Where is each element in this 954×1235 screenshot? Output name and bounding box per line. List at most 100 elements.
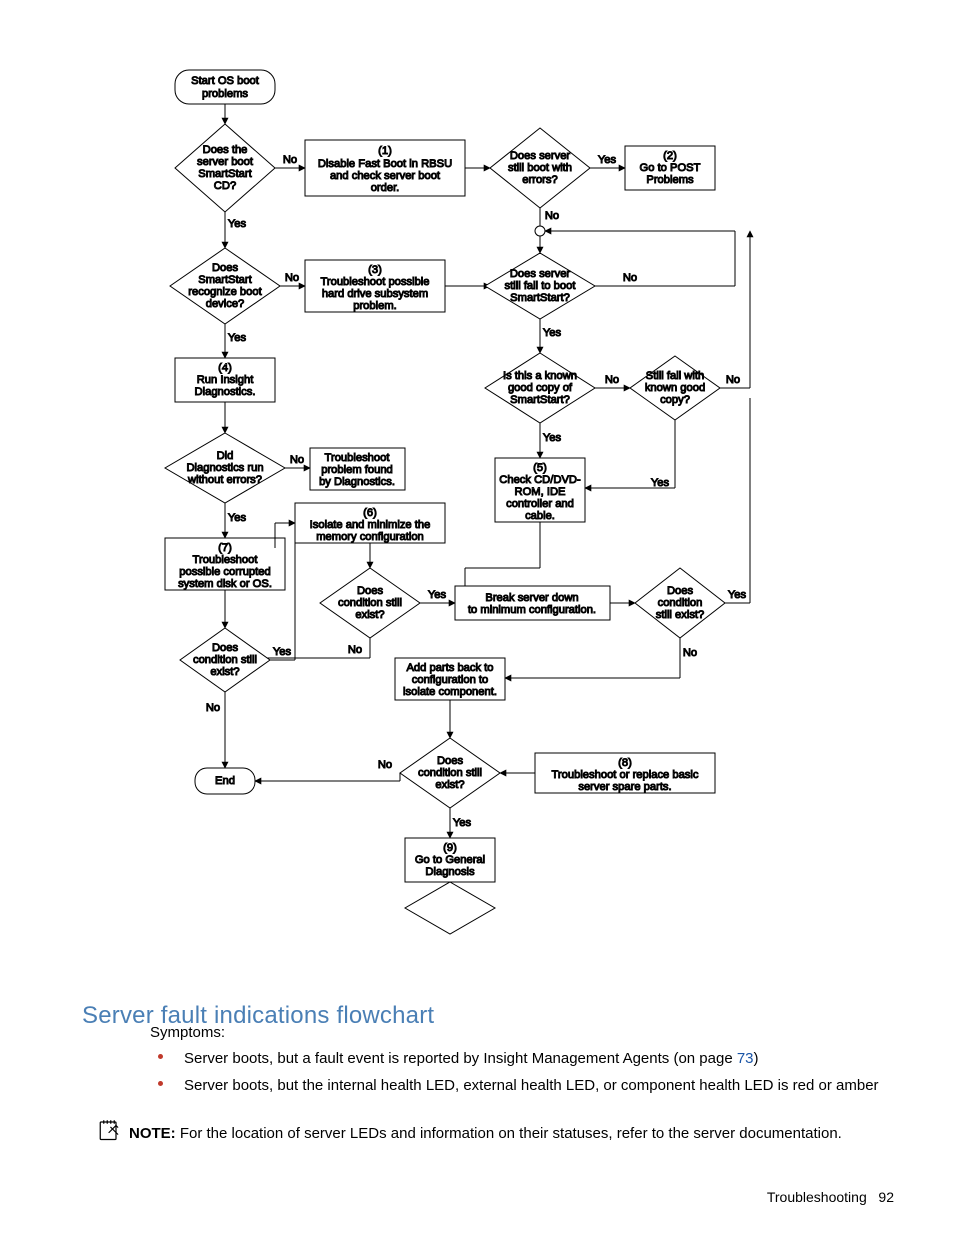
svg-text:Problems: Problems: [646, 174, 694, 186]
bullet-dot: [158, 1081, 163, 1086]
svg-text:condition still: condition still: [338, 597, 402, 609]
svg-text:copy?: copy?: [660, 394, 690, 406]
svg-text:known good: known good: [645, 382, 705, 394]
svg-text:(6): (6): [363, 507, 377, 519]
svg-text:CD?: CD?: [214, 180, 236, 192]
footer-page-number: 92: [878, 1189, 894, 1205]
svg-text:SmartStart?: SmartStart?: [510, 394, 570, 406]
bullet-dot: [158, 1054, 163, 1059]
symptoms-label: Symptoms:: [150, 1022, 225, 1044]
svg-text:Isolate and minimize the: Isolate and minimize the: [310, 519, 431, 531]
svg-text:SmartStart: SmartStart: [198, 168, 252, 180]
svg-text:No: No: [623, 272, 637, 284]
svg-text:No: No: [285, 272, 299, 284]
svg-text:exist?: exist?: [435, 779, 464, 791]
svg-text:(8): (8): [618, 757, 632, 769]
svg-text:Does server: Does server: [510, 150, 571, 162]
svg-text:good copy of: good copy of: [508, 382, 573, 394]
svg-text:No: No: [683, 647, 697, 659]
svg-text:Yes: Yes: [728, 589, 747, 601]
svg-text:No: No: [283, 154, 297, 166]
bullet-text: Server boots, but the internal health LE…: [184, 1075, 894, 1097]
svg-text:Add parts back to: Add parts back to: [406, 662, 493, 674]
svg-text:Troubleshoot possible: Troubleshoot possible: [320, 276, 429, 288]
svg-text:problem found: problem found: [321, 464, 393, 476]
page-footer: Troubleshooting 92: [767, 1189, 894, 1205]
note-icon: [95, 1115, 123, 1143]
svg-text:isolate component.: isolate component.: [403, 686, 497, 698]
svg-text:Check CD/DVD-: Check CD/DVD-: [499, 474, 581, 486]
svg-text:Diagnostics run: Diagnostics run: [186, 462, 263, 474]
flowchart-diagram: Start OS boot problems Does the server b…: [155, 68, 775, 968]
bullet-text-post: ): [754, 1050, 759, 1067]
svg-text:Is this a known: Is this a known: [503, 370, 577, 382]
svg-text:Disable Fast Boot in RBSU: Disable Fast Boot in RBSU: [318, 158, 452, 170]
svg-text:Yes: Yes: [598, 154, 617, 166]
svg-text:Did: Did: [217, 450, 234, 462]
svg-text:Go to POST: Go to POST: [640, 162, 701, 174]
svg-text:configuration to: configuration to: [412, 674, 489, 686]
svg-text:Still fail with: Still fail with: [646, 370, 704, 382]
svg-text:and check server boot: and check server boot: [330, 170, 441, 182]
svg-text:Does server: Does server: [510, 268, 571, 280]
bullet-item: Server boots, but the internal health LE…: [158, 1075, 894, 1097]
svg-text:Does: Does: [212, 262, 239, 274]
svg-text:system disk or OS.: system disk or OS.: [178, 578, 272, 590]
svg-text:errors?: errors?: [522, 174, 557, 186]
svg-text:order.: order.: [371, 182, 400, 194]
svg-text:recognize boot: recognize boot: [188, 286, 262, 298]
svg-text:still exist?: still exist?: [656, 609, 705, 621]
svg-text:Yes: Yes: [651, 477, 670, 489]
svg-text:(2): (2): [663, 150, 677, 162]
svg-text:(1): (1): [378, 145, 392, 157]
svg-text:(9): (9): [443, 842, 457, 854]
note-label: NOTE:: [129, 1125, 176, 1142]
svg-text:Yes: Yes: [228, 512, 247, 524]
svg-text:No: No: [206, 702, 220, 714]
svg-text:No: No: [545, 210, 559, 222]
svg-text:Does: Does: [212, 642, 239, 654]
svg-text:(3): (3): [368, 264, 382, 276]
svg-text:Does: Does: [667, 585, 694, 597]
svg-text:Yes: Yes: [428, 589, 447, 601]
svg-text:Start OS boot: Start OS boot: [191, 75, 260, 87]
svg-text:by Diagnostics.: by Diagnostics.: [319, 476, 395, 488]
svg-text:cable.: cable.: [525, 510, 555, 522]
svg-text:condition: condition: [658, 597, 703, 609]
svg-text:Does: Does: [437, 755, 464, 767]
svg-text:Yes: Yes: [543, 327, 562, 339]
svg-text:Does: Does: [357, 585, 384, 597]
section-heading: Server fault indications flowchart: [82, 1002, 434, 1030]
svg-text:(4): (4): [218, 362, 232, 374]
svg-text:Yes: Yes: [228, 218, 247, 230]
svg-text:server spare parts.: server spare parts.: [578, 781, 671, 793]
svg-text:SmartStart?: SmartStart?: [510, 292, 570, 304]
svg-text:Yes: Yes: [543, 432, 562, 444]
svg-text:No: No: [348, 644, 362, 656]
svg-text:condition still: condition still: [418, 767, 482, 779]
svg-text:Diagnostics.: Diagnostics.: [195, 386, 256, 398]
svg-text:Diagnosis: Diagnosis: [425, 866, 475, 878]
svg-text:Troubleshoot: Troubleshoot: [193, 554, 259, 566]
svg-text:Go to General: Go to General: [415, 854, 485, 866]
svg-text:Troubleshoot: Troubleshoot: [325, 452, 391, 464]
svg-text:SmartStart: SmartStart: [198, 274, 252, 286]
bullet-item: Server boots, but a fault event is repor…: [158, 1048, 894, 1070]
svg-text:problem.: problem.: [353, 300, 397, 312]
svg-text:No: No: [378, 759, 392, 771]
page-link[interactable]: 73: [737, 1050, 754, 1067]
svg-text:Troubleshoot or replace basic: Troubleshoot or replace basic: [552, 769, 699, 781]
svg-text:Yes: Yes: [453, 817, 472, 829]
svg-text:still boot with: still boot with: [508, 162, 572, 174]
svg-text:(5): (5): [533, 462, 547, 474]
svg-text:device?: device?: [206, 298, 245, 310]
svg-text:exist?: exist?: [355, 609, 384, 621]
svg-text:Does the: Does the: [203, 144, 248, 156]
bullet-text: Server boots, but a fault event is repor…: [184, 1050, 737, 1067]
footer-section: Troubleshooting: [767, 1189, 867, 1205]
svg-text:Break server down: Break server down: [485, 592, 578, 604]
svg-text:problems: problems: [202, 88, 248, 100]
svg-text:server boot: server boot: [197, 156, 254, 168]
svg-text:(7): (7): [218, 542, 232, 554]
svg-text:to minimum configuration.: to minimum configuration.: [468, 604, 596, 616]
